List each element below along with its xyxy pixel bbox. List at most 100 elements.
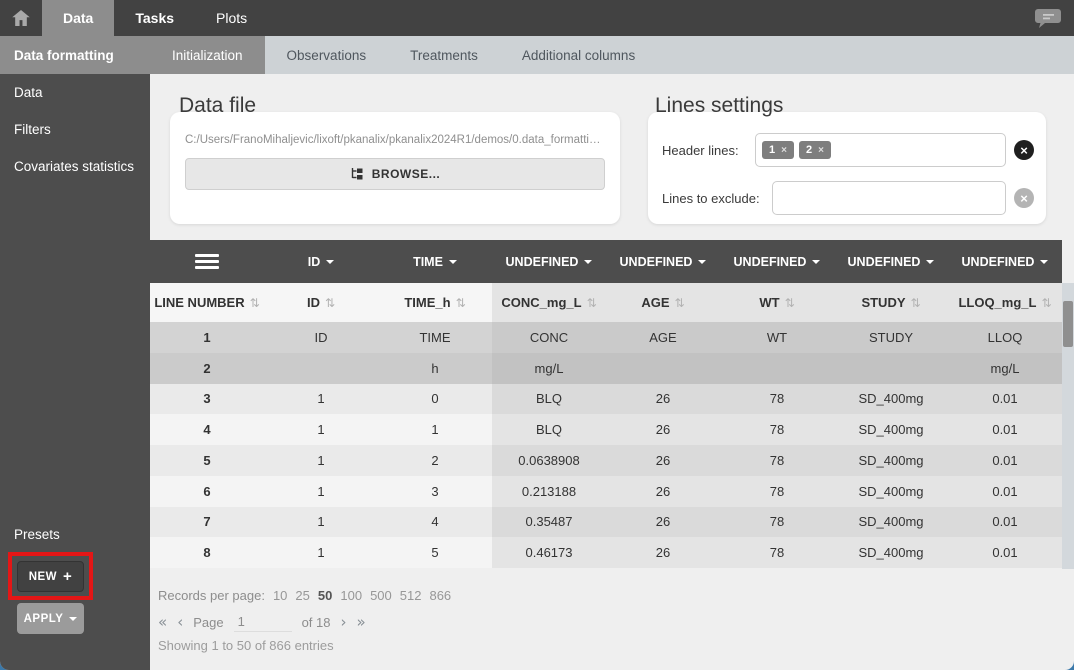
- table-row: 1IDTIMECONCAGEWTSTUDYLLOQ: [150, 322, 1062, 353]
- table-cell: 0.35487: [492, 507, 606, 538]
- sidebar-item-covariates-statistics[interactable]: Covariates statistics: [0, 148, 150, 185]
- column-header-label: AGE: [641, 295, 669, 310]
- column-header-id[interactable]: ID ⇅: [264, 283, 378, 322]
- clear-lines-to-exclude-button[interactable]: ×: [1014, 188, 1034, 208]
- column-type-dropdown[interactable]: UNDEFINED: [492, 240, 606, 283]
- header-lines-label: Header lines:: [662, 143, 739, 158]
- table-scrollbar-thumb[interactable]: [1063, 301, 1073, 347]
- browse-button[interactable]: BROWSE...: [185, 158, 605, 190]
- page-size-option-25[interactable]: 25: [295, 588, 309, 603]
- page-size-option-50[interactable]: 50: [318, 588, 332, 603]
- chevron-down-icon: [584, 260, 592, 264]
- header-line-tag[interactable]: 2×: [799, 141, 831, 159]
- table-cell: 78: [720, 476, 834, 507]
- chat-bubble-icon: [1035, 8, 1062, 29]
- browse-tree-icon: [350, 167, 364, 181]
- table-cell: [264, 353, 378, 384]
- column-header-time-h[interactable]: TIME_h⇅: [378, 283, 492, 322]
- remove-tag-icon[interactable]: ×: [818, 145, 824, 156]
- column-header-wt[interactable]: WT⇅: [720, 283, 834, 322]
- preset-new-label: NEW: [29, 571, 57, 583]
- column-type-dropdown[interactable]: UNDEFINED: [606, 240, 720, 283]
- column-header-line-number[interactable]: LINE NUMBER⇅: [150, 283, 264, 322]
- column-header-label: ID: [307, 295, 320, 310]
- column-type-label: UNDEFINED: [620, 255, 693, 269]
- preset-apply-label: APPLY: [24, 613, 64, 625]
- table-cell: 1: [264, 476, 378, 507]
- app-window: Data Tasks Plots Data formatting Initial…: [0, 0, 1074, 670]
- tab-additional-columns[interactable]: Additional columns: [500, 36, 657, 74]
- column-type-dropdown[interactable]: UNDEFINED: [834, 240, 948, 283]
- sidebar-item-filters[interactable]: Filters: [0, 111, 150, 148]
- tab-treatments[interactable]: Treatments: [388, 36, 500, 74]
- table-row: 7140.354872678SD_400mg0.01: [150, 507, 1062, 538]
- sort-icon: ⇅: [250, 296, 260, 310]
- table-cell: 4: [378, 507, 492, 538]
- table-cell: 1: [264, 507, 378, 538]
- table-cell: 78: [720, 384, 834, 415]
- sidebar-item-data[interactable]: Data: [0, 74, 150, 111]
- remove-tag-icon[interactable]: ×: [781, 145, 787, 156]
- page-number-input[interactable]: [234, 612, 292, 632]
- table-cell: ID: [264, 322, 378, 353]
- header-line-tag[interactable]: 1×: [762, 141, 794, 159]
- table-cell: SD_400mg: [834, 384, 948, 415]
- next-page-button[interactable]: ›: [340, 613, 346, 631]
- column-type-dropdown[interactable]: UNDEFINED: [948, 240, 1062, 283]
- table-cell: 78: [720, 537, 834, 568]
- home-button[interactable]: [0, 0, 42, 36]
- chevron-down-icon: [1040, 260, 1048, 264]
- preset-new-button[interactable]: NEW +: [17, 561, 84, 592]
- table-cell: 26: [606, 414, 720, 445]
- preset-apply-button[interactable]: APPLY: [17, 603, 84, 634]
- table-cell: 0.01: [948, 384, 1062, 415]
- column-header-age[interactable]: AGE⇅: [606, 283, 720, 322]
- records-per-page-label: Records per page:: [158, 588, 265, 603]
- feedback-button[interactable]: [1035, 8, 1062, 34]
- table-cell: BLQ: [492, 384, 606, 415]
- table-cell: 1: [264, 414, 378, 445]
- table-cell: 1: [150, 322, 264, 353]
- last-page-button[interactable]: »: [356, 613, 365, 631]
- first-page-button[interactable]: «: [158, 613, 167, 631]
- table-cell: 26: [606, 507, 720, 538]
- column-header-study[interactable]: STUDY⇅: [834, 283, 948, 322]
- pagination: « ‹ Page of 18 › »: [158, 612, 366, 632]
- sidebar-section-data-formatting[interactable]: Data formatting: [0, 36, 150, 74]
- column-type-dropdown[interactable]: TIME: [378, 240, 492, 283]
- page-size-option-10[interactable]: 10: [273, 588, 287, 603]
- lines-to-exclude-input[interactable]: [772, 181, 1006, 215]
- table-cell: 8: [150, 537, 264, 568]
- table-cell: 1: [378, 414, 492, 445]
- table-cell: AGE: [606, 322, 720, 353]
- column-header-conc-mg-l[interactable]: CONC_mg_L⇅: [492, 283, 606, 322]
- clear-header-lines-button[interactable]: ×: [1014, 140, 1034, 160]
- column-type-dropdown[interactable]: UNDEFINED: [720, 240, 834, 283]
- tab-initialization[interactable]: Initialization: [150, 36, 265, 74]
- table-cell: 78: [720, 445, 834, 476]
- table-cell: SD_400mg: [834, 445, 948, 476]
- page-size-option-866[interactable]: 866: [429, 588, 451, 603]
- table-scrollbar-track: [1062, 283, 1074, 569]
- previous-page-button[interactable]: ‹: [177, 613, 183, 631]
- table-cell: [834, 353, 948, 384]
- table-row: 5120.06389082678SD_400mg0.01: [150, 445, 1062, 476]
- page-size-option-100[interactable]: 100: [340, 588, 362, 603]
- page-size-option-512[interactable]: 512: [400, 588, 422, 603]
- sort-icon: ⇅: [325, 296, 335, 310]
- top-tab-plots[interactable]: Plots: [195, 0, 268, 36]
- page-size-option-500[interactable]: 500: [370, 588, 392, 603]
- column-header-lloq-mg-l[interactable]: LLOQ_mg_L⇅: [948, 283, 1062, 322]
- header-lines-input[interactable]: 1×2×: [755, 133, 1006, 167]
- table-cell: 0.01: [948, 537, 1062, 568]
- column-type-dropdown[interactable]: ID: [264, 240, 378, 283]
- column-header-label: STUDY: [861, 295, 905, 310]
- tab-observations[interactable]: Observations: [265, 36, 389, 74]
- table-menu-button[interactable]: [150, 240, 264, 283]
- header-line-tag-value: 2: [806, 144, 812, 156]
- header-line-tag-value: 1: [769, 144, 775, 156]
- column-type-label: UNDEFINED: [962, 255, 1035, 269]
- table-cell: CONC: [492, 322, 606, 353]
- top-tab-tasks[interactable]: Tasks: [114, 0, 195, 36]
- top-tab-data[interactable]: Data: [42, 0, 114, 36]
